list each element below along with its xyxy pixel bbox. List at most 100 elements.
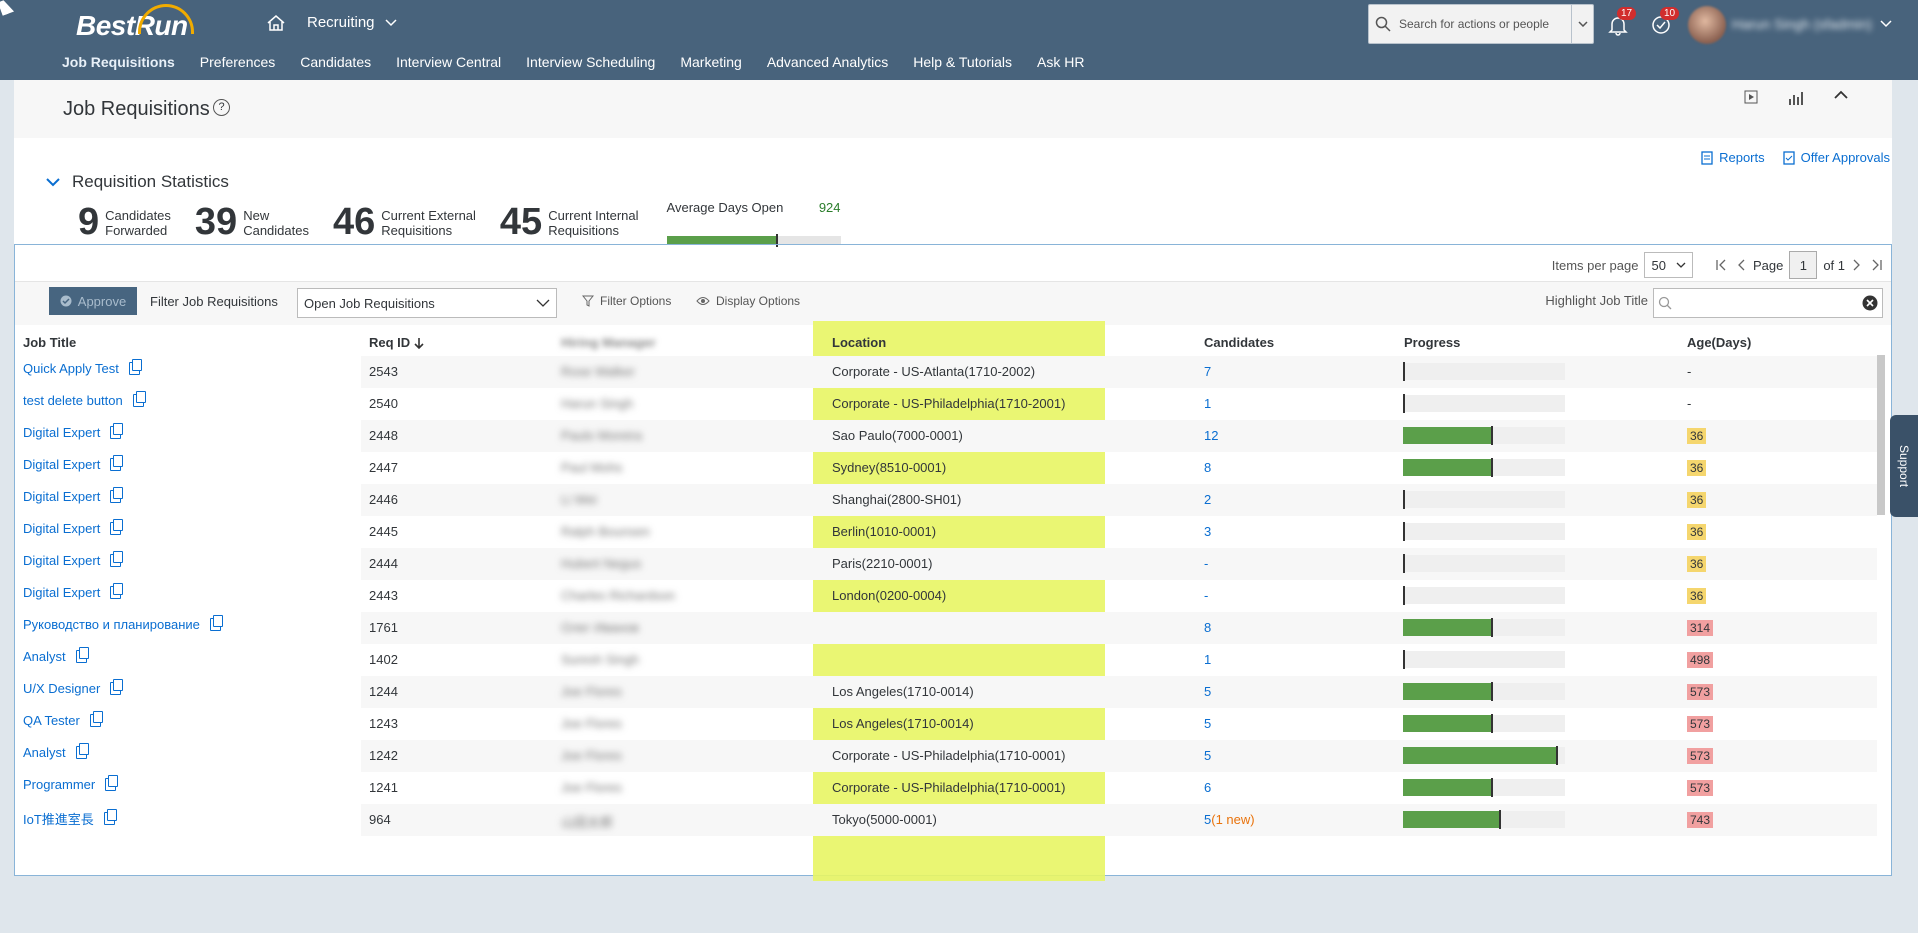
req-id-cell: 1761 [369, 620, 398, 635]
nav-item-candidates[interactable]: Candidates [300, 54, 371, 70]
bestrun-logo[interactable]: BestRun [76, 4, 194, 42]
column-header-job-title[interactable]: Job Title [23, 335, 76, 350]
stat-tile[interactable]: 46 Current External Requisitions [333, 201, 476, 244]
candidates-link[interactable]: 5(1 new) [1204, 812, 1255, 827]
copy-icon[interactable] [110, 583, 124, 599]
nav-item-job-requisitions[interactable]: Job Requisitions [62, 54, 175, 70]
first-page-icon[interactable] [1715, 259, 1731, 271]
avatar[interactable] [1688, 6, 1726, 44]
copy-icon[interactable] [209, 615, 223, 631]
copy-icon[interactable] [75, 743, 89, 759]
copy-icon[interactable] [75, 647, 89, 663]
candidates-link[interactable]: 3 [1204, 524, 1211, 539]
copy-icon[interactable] [128, 359, 142, 375]
column-header-progress[interactable]: Progress [1404, 335, 1460, 350]
column-header-req-id[interactable]: Req ID [369, 335, 424, 350]
previous-page-icon[interactable] [1737, 259, 1747, 271]
candidates-link[interactable]: 1 [1204, 652, 1211, 667]
copy-icon[interactable] [132, 391, 146, 407]
job-title-link[interactable]: Digital Expert [23, 455, 124, 472]
copy-icon[interactable] [110, 455, 124, 471]
stat-tile[interactable]: 45 Current Internal Requisitions [500, 201, 639, 244]
candidates-link[interactable]: 5 [1204, 684, 1211, 699]
candidates-link[interactable]: 5 [1204, 716, 1211, 731]
copy-icon[interactable] [110, 423, 124, 439]
nav-item-interview-central[interactable]: Interview Central [396, 54, 501, 70]
stat-tile[interactable]: 9 Candidates Forwarded [78, 201, 171, 244]
column-header-hiring-manager[interactable]: Hiring Manager [561, 335, 656, 350]
job-title-link[interactable]: Analyst [23, 743, 89, 760]
chart-icon[interactable] [1788, 90, 1804, 106]
stat-tile[interactable]: 39 New Candidates [195, 201, 309, 244]
candidates-link[interactable]: 8 [1204, 460, 1211, 475]
search-dropdown-button[interactable] [1571, 5, 1593, 43]
play-icon[interactable] [1744, 90, 1758, 104]
job-title-link[interactable]: Quick Apply Test [23, 359, 142, 376]
home-icon[interactable] [266, 13, 286, 33]
job-title-link[interactable]: Digital Expert [23, 519, 124, 536]
candidates-link[interactable]: 7 [1204, 364, 1211, 379]
copy-icon[interactable] [110, 519, 124, 535]
offer-approvals-link[interactable]: Offer Approvals [1782, 150, 1890, 165]
column-header-location[interactable]: Location [832, 335, 886, 350]
candidates-link[interactable]: 1 [1204, 396, 1211, 411]
display-options-button[interactable]: Display Options [696, 294, 800, 308]
requisition-statistics-toggle[interactable]: Requisition Statistics [46, 172, 229, 192]
candidates-link[interactable]: - [1204, 588, 1208, 603]
module-switcher[interactable]: Recruiting [307, 14, 397, 31]
highlight-job-title-input[interactable] [1653, 288, 1883, 318]
copy-icon[interactable] [89, 711, 103, 727]
last-page-icon[interactable] [1867, 259, 1883, 271]
nav-item-help-tutorials[interactable]: Help & Tutorials [913, 54, 1012, 70]
job-title-link[interactable]: Руководство и планирование [23, 615, 223, 632]
job-title-link[interactable]: Digital Expert [23, 487, 124, 504]
nav-item-preferences[interactable]: Preferences [200, 54, 275, 70]
support-tab[interactable]: Support [1890, 415, 1918, 517]
search-input[interactable]: Search for actions or people [1399, 17, 1571, 31]
filter-options-button[interactable]: Filter Options [582, 294, 671, 308]
candidates-link[interactable]: - [1204, 556, 1208, 571]
nav-item-advanced-analytics[interactable]: Advanced Analytics [767, 54, 888, 70]
job-title-link[interactable]: IoT推進室長 [23, 809, 117, 828]
vertical-scrollbar[interactable] [1877, 355, 1885, 515]
copy-icon[interactable] [105, 775, 119, 791]
user-menu[interactable]: Harun Singh (sfadmin) [1732, 16, 1892, 32]
copy-icon[interactable] [110, 487, 124, 503]
job-title-link[interactable]: Digital Expert [23, 551, 124, 568]
candidates-link[interactable]: 12 [1204, 428, 1218, 443]
approve-button[interactable]: Approve [49, 287, 137, 315]
candidates-link[interactable]: 2 [1204, 492, 1211, 507]
job-title-link[interactable]: Programmer [23, 775, 119, 792]
copy-icon[interactable] [110, 679, 124, 695]
next-page-icon[interactable] [1851, 259, 1861, 271]
items-per-page-select[interactable]: 50 [1644, 252, 1693, 278]
global-search[interactable]: Search for actions or people [1368, 4, 1594, 44]
chevron-up-icon[interactable] [1834, 90, 1848, 100]
nav-item-ask-hr[interactable]: Ask HR [1037, 54, 1084, 70]
clear-icon[interactable] [1862, 295, 1878, 311]
candidates-link[interactable]: 5 [1204, 748, 1211, 763]
table-row: Руководство и планирование 1761 Олег Ива… [15, 612, 1891, 644]
page-number-input[interactable]: 1 [1789, 251, 1818, 279]
nav-item-interview-scheduling[interactable]: Interview Scheduling [526, 54, 655, 70]
job-title-link[interactable]: U/X Designer [23, 679, 124, 696]
job-title-link[interactable]: Digital Expert [23, 583, 124, 600]
candidates-link[interactable]: 8 [1204, 620, 1211, 635]
filter-select[interactable]: Open Job Requisitions [297, 288, 557, 318]
column-header-age[interactable]: Age(Days) [1687, 335, 1751, 350]
nav-item-marketing[interactable]: Marketing [680, 54, 741, 70]
stat-number: 39 [194, 201, 238, 243]
todo-button[interactable]: 10 [1650, 7, 1680, 36]
copy-icon[interactable] [103, 809, 117, 825]
job-title-link[interactable]: QA Tester [23, 711, 103, 728]
job-title-link[interactable]: Digital Expert [23, 423, 124, 440]
job-title-link[interactable]: test delete button [23, 391, 146, 408]
column-header-candidates[interactable]: Candidates [1204, 335, 1274, 350]
help-icon[interactable]: ? [213, 99, 230, 116]
reports-link[interactable]: Reports [1701, 150, 1765, 165]
job-title-link[interactable]: Analyst [23, 647, 89, 664]
table-row: Digital Expert 2447 Paul Mohs Sydney(851… [15, 452, 1891, 484]
candidates-link[interactable]: 6 [1204, 780, 1211, 795]
copy-icon[interactable] [110, 551, 124, 567]
notifications-button[interactable]: 17 [1607, 7, 1637, 36]
